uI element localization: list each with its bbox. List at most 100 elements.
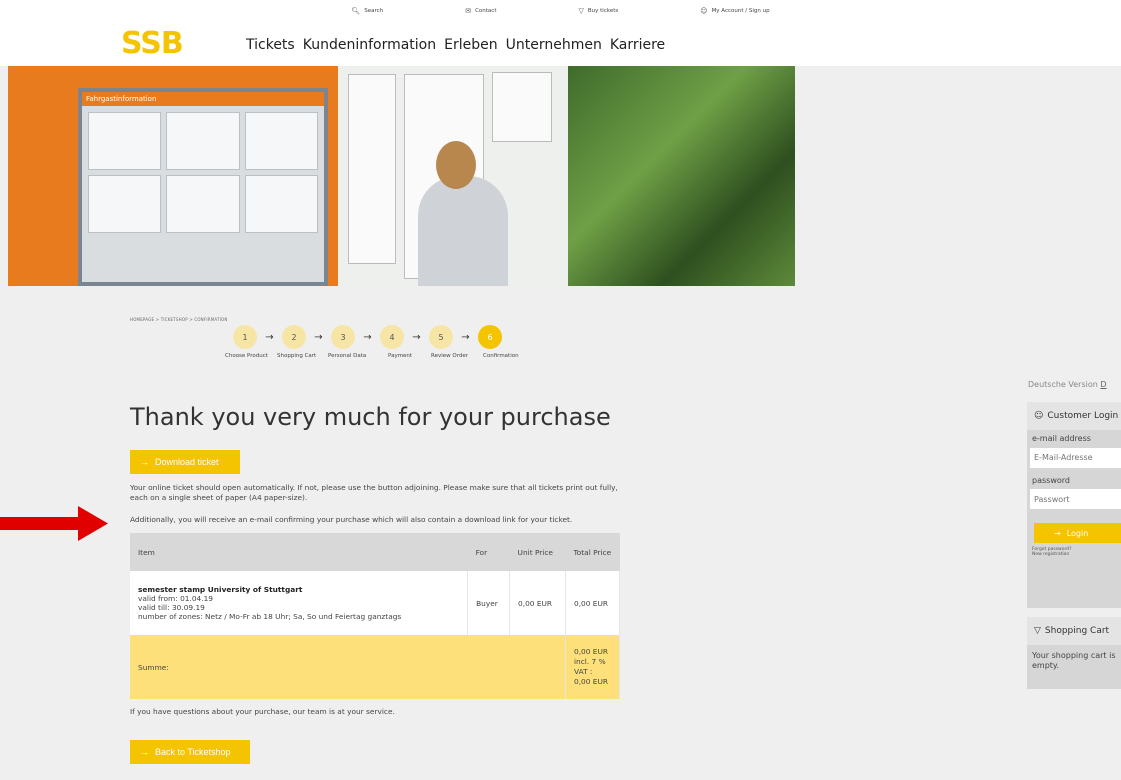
language-label: Deutsche Version: [1028, 380, 1098, 389]
total-price-cell: 0,00 EUR: [565, 571, 620, 635]
utility-links: 🔍︎ Search ✉ Contact ▽ Buy tickets ☺ My Accou…: [0, 7, 1121, 15]
step-arrow-icon: →: [412, 331, 421, 343]
step-3: 3: [331, 325, 355, 349]
user-icon: ☺: [700, 7, 708, 15]
user-icon: ☺: [1034, 411, 1044, 421]
utility-contact-link[interactable]: ✉ Contact: [405, 7, 496, 15]
mail-icon: ✉: [465, 7, 472, 15]
password-field[interactable]: [1030, 489, 1121, 509]
cart-icon: ▽: [578, 7, 584, 15]
hero-board-cell: [244, 175, 318, 233]
cart-icon: ▽: [1034, 626, 1041, 636]
step-arrow-icon: →: [363, 331, 372, 343]
nav-item-kundeninformation[interactable]: Kundeninformation: [303, 37, 438, 53]
email-field[interactable]: [1030, 447, 1121, 468]
download-ticket-label: Download ticket: [155, 457, 219, 467]
breadcrumb-confirmation: CONFIRMATION: [194, 317, 228, 322]
col-total-price: Total Price: [565, 533, 620, 571]
search-icon: 🔍︎: [351, 7, 361, 15]
step-arrow-icon: →: [461, 331, 470, 343]
hero-board-cell: [244, 112, 318, 170]
hero-board-cell: [88, 112, 162, 170]
nav-item-tickets[interactable]: Tickets: [246, 37, 297, 53]
nav-item-unternehmen[interactable]: Unternehmen: [506, 37, 604, 53]
login-links: Forgot password? New registration: [1027, 543, 1121, 561]
language-switch[interactable]: Deutsche Version D: [1028, 380, 1107, 389]
utility-buy-tickets-link[interactable]: ▽ Buy tickets: [518, 7, 618, 15]
hero-poster: [492, 72, 552, 142]
email-label: e-mail address: [1032, 434, 1091, 443]
shopping-cart-panel: ▽ Shopping Cart Your shopping cart is em…: [1027, 617, 1121, 689]
sum-values: 0,00 EUR incl. 7 % VAT : 0,00 EUR: [565, 635, 620, 699]
customer-login-header: ☺ Customer Login: [1027, 402, 1121, 430]
utility-search-label: Search: [364, 8, 384, 14]
step-label-4: Payment: [388, 353, 413, 359]
hero-foliage: [568, 66, 795, 286]
main-nav: Tickets Kundeninformation Erleben Untern…: [246, 37, 667, 53]
arrow-right-icon: →: [140, 747, 149, 757]
step-5: 5: [429, 325, 453, 349]
order-table-header: Item For Unit Price Total Price: [130, 533, 620, 571]
customer-login-panel: ☺ Customer Login e-mail address password…: [1027, 402, 1121, 608]
breadcrumb-homepage[interactable]: HOMEPAGE: [130, 317, 154, 322]
step-2: 2: [282, 325, 306, 349]
cart-empty-message: Your shopping cart is empty.: [1032, 651, 1116, 670]
hero-board-cell: [166, 112, 240, 170]
utility-account-link[interactable]: ☺ My Account / Sign up: [640, 7, 769, 15]
step-label-1: Choose Product: [225, 353, 268, 359]
password-label: password: [1032, 475, 1070, 485]
item-name: semester stamp University of Stuttgart: [138, 585, 303, 594]
step-label-5: Review Order: [431, 353, 469, 359]
email-info: Additionally, you will receive an e-mail…: [130, 515, 573, 524]
back-to-ticketshop-label: Back to Ticketshop: [155, 747, 231, 757]
login-button[interactable]: → Login: [1034, 523, 1121, 543]
step-arrow-icon: →: [265, 331, 274, 343]
download-ticket-button[interactable]: → Download ticket: [130, 450, 240, 474]
item-zones: number of zones: Netz / Mo-Fr ab 18 Uhr;…: [138, 612, 402, 621]
page-title: Thank you very much for your purchase: [130, 403, 611, 431]
col-for: For: [467, 533, 510, 571]
new-registration-link[interactable]: New registration: [1032, 552, 1116, 557]
table-row: semester stamp University of Stuttgart v…: [130, 571, 620, 635]
utility-contact-label: Contact: [475, 8, 497, 14]
for-cell: Buyer: [467, 571, 511, 635]
utility-bar: 🔍︎ Search ✉ Contact ▽ Buy tickets ☺ My Accou…: [0, 0, 1121, 26]
unit-price-cell: 0,00 EUR: [509, 571, 566, 635]
site-header: SSB Tickets Kundeninformation Erleben Un…: [0, 26, 1121, 66]
checkout-steps: 1 → 2 → 3 → 4 → 5 → 6: [233, 325, 502, 349]
sum-label: Summe:: [130, 635, 566, 699]
auto-open-info: Your online ticket should open automatic…: [130, 483, 618, 502]
shopping-cart-title: Shopping Cart: [1044, 626, 1110, 636]
hero-image: Fahrgastinformation: [8, 66, 795, 286]
sum-row: Summe: 0,00 EUR incl. 7 % VAT : 0,00 EUR: [130, 635, 620, 699]
arrow-right-icon: →: [140, 457, 149, 467]
hero-board-cell: [166, 175, 240, 233]
questions-info: If you have questions about your purchas…: [130, 707, 395, 716]
arrow-right-icon: →: [1054, 528, 1061, 538]
back-to-ticketshop-button[interactable]: → Back to Ticketshop: [130, 740, 250, 764]
sum-vat: 0,00 EUR: [574, 677, 609, 686]
step-label-2: Shopping Cart: [277, 353, 317, 359]
sum-vat-label: incl. 7 % VAT :: [574, 657, 606, 676]
language-link[interactable]: D: [1100, 380, 1106, 389]
login-button-label: Login: [1066, 528, 1089, 538]
step-label-6: Confirmation: [483, 353, 519, 359]
breadcrumb: HOMEPAGE > TICKETSHOP > CONFIRMATION: [130, 317, 228, 322]
step-1: 1: [233, 325, 257, 349]
ssb-logo[interactable]: SSB: [121, 26, 184, 61]
nav-item-karriere[interactable]: Karriere: [610, 37, 667, 53]
nav-item-erleben[interactable]: Erleben: [444, 37, 499, 53]
col-unit-price: Unit Price: [509, 533, 566, 571]
hero-person-body: [418, 176, 508, 286]
utility-search-link[interactable]: 🔍︎ Search: [351, 7, 383, 15]
hero-board-title: Fahrgastinformation: [82, 92, 324, 106]
step-arrow-icon: →: [314, 331, 323, 343]
step-4: 4: [380, 325, 404, 349]
customer-login-title: Customer Login: [1047, 411, 1119, 421]
hero-poster: [348, 74, 396, 264]
breadcrumb-ticketshop[interactable]: TICKETSHOP: [161, 317, 188, 322]
sum-total: 0,00 EUR: [574, 647, 609, 656]
item-cell: semester stamp University of Stuttgart v…: [130, 571, 469, 635]
annotation-arrow: [0, 506, 108, 541]
order-table: Item For Unit Price Total Price semester…: [130, 533, 620, 699]
